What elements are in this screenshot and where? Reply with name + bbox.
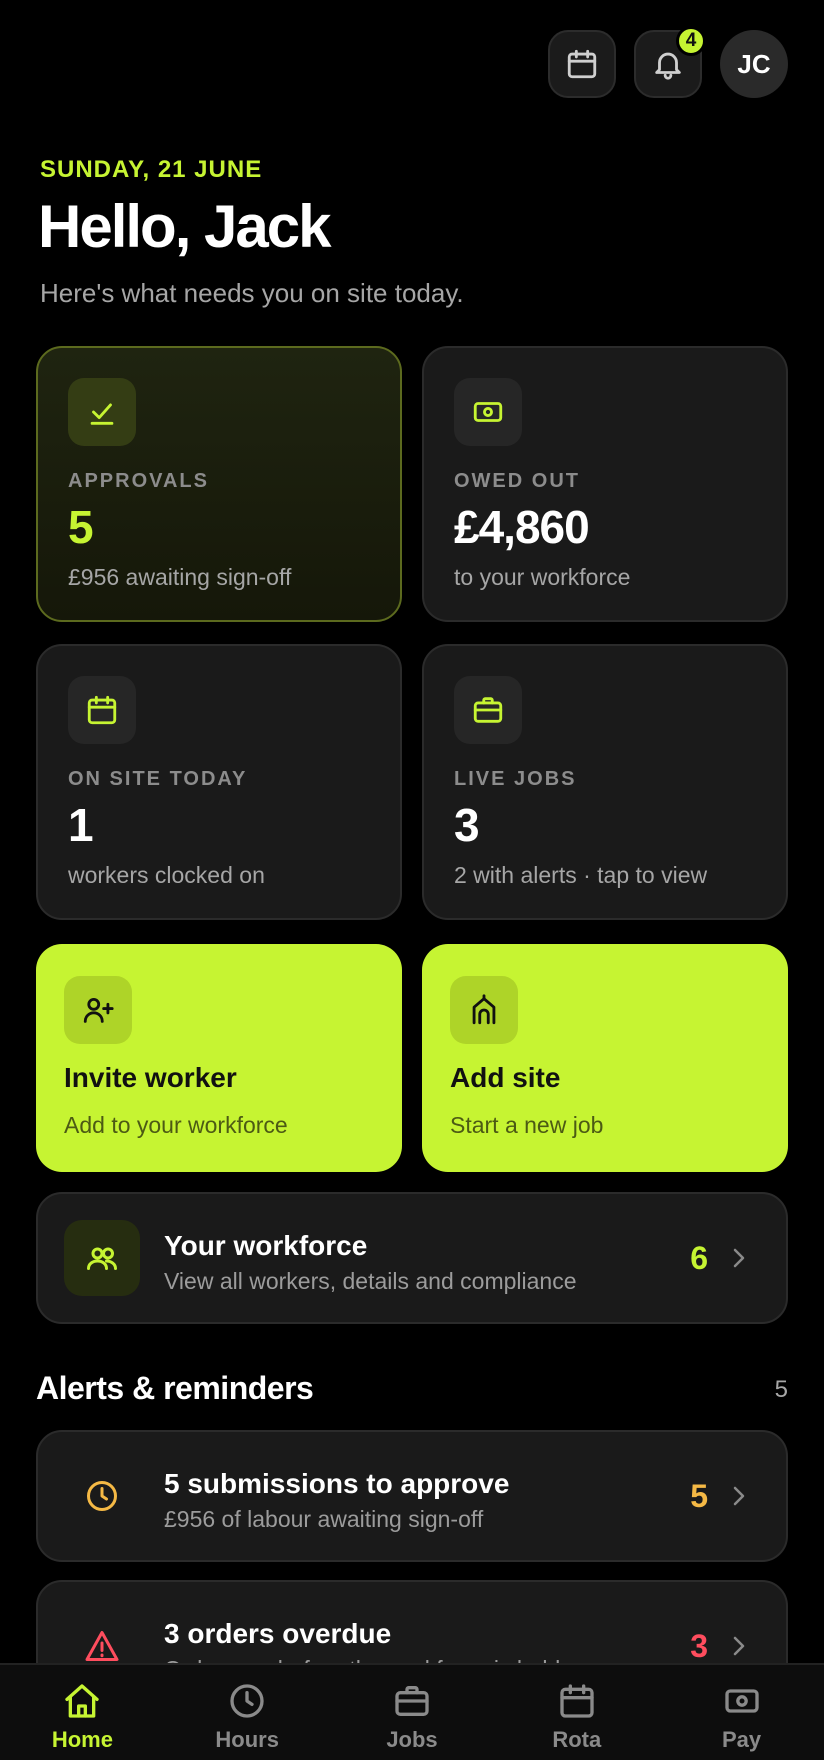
tab-home[interactable]: Home xyxy=(0,1665,165,1760)
date-label: SUNDAY, 21 JUNE xyxy=(40,156,263,183)
workforce-title: Your workforce xyxy=(164,1230,368,1261)
page-title: Hello, Jack xyxy=(38,193,332,260)
stat-value: 3 xyxy=(454,799,480,851)
tab-jobs[interactable]: Jobs xyxy=(330,1665,495,1760)
action-subtitle: Add to your workforce xyxy=(64,1112,288,1138)
calendar-icon xyxy=(560,1684,594,1718)
approvals-card[interactable]: APPROVALS 5 £956 awaiting sign-off xyxy=(36,346,402,622)
clock-icon xyxy=(230,1684,264,1718)
chevron-right-icon xyxy=(728,1244,750,1272)
workforce-subtitle: View all workers, details and compliance xyxy=(164,1268,577,1294)
tab-label: Pay xyxy=(722,1727,762,1752)
cash-icon xyxy=(724,1689,759,1713)
cash-icon xyxy=(454,378,522,446)
tab-pay[interactable]: Pay xyxy=(659,1665,824,1760)
stat-value: 1 xyxy=(68,799,94,851)
notification-badge: 4 xyxy=(676,26,706,56)
avatar[interactable]: JC xyxy=(720,30,788,98)
on-site-today-card[interactable]: ON SITE TODAY 1 workers clocked on xyxy=(36,644,402,920)
stat-value: £4,860 xyxy=(454,501,590,553)
check-icon xyxy=(68,378,136,446)
alert-item-approvals[interactable]: 5 submissions to approve £956 of labour … xyxy=(36,1430,788,1562)
stat-label: APPROVALS xyxy=(68,470,209,492)
alert-title: 5 submissions to approve xyxy=(164,1468,510,1499)
building-icon xyxy=(450,976,518,1044)
calendar-icon xyxy=(68,676,136,744)
action-title: Add site xyxy=(450,1062,561,1093)
notifications-button[interactable]: 4 xyxy=(634,26,706,98)
clock-icon xyxy=(64,1458,140,1534)
add-site-button[interactable]: Add site Start a new job xyxy=(422,944,788,1172)
tab-rota[interactable]: Rota xyxy=(494,1665,659,1760)
owed-out-card[interactable]: OWED OUT £4,860 to your workforce xyxy=(422,346,788,622)
tab-label: Jobs xyxy=(386,1727,438,1752)
bell-icon xyxy=(655,52,681,80)
chevron-right-icon xyxy=(728,1632,750,1660)
alert-subtitle: £956 of labour awaiting sign-off xyxy=(164,1506,484,1532)
tab-hours[interactable]: Hours xyxy=(165,1665,330,1760)
stat-caption: 2 with alerts · tap to view xyxy=(454,862,708,888)
live-jobs-card[interactable]: LIVE JOBS 3 2 with alerts · tap to view xyxy=(422,644,788,920)
stat-value: 5 xyxy=(68,501,94,553)
workforce-count: 6 xyxy=(690,1240,708,1276)
alerts-count: 5 xyxy=(774,1376,788,1403)
action-subtitle: Start a new job xyxy=(450,1112,604,1138)
bottom-tab-bar: Home Hours Jobs Rota Pay xyxy=(0,1663,824,1760)
users-icon xyxy=(64,1220,140,1296)
stat-caption: workers clocked on xyxy=(68,862,265,888)
page-subtitle: Here's what needs you on site today. xyxy=(40,278,464,308)
workforce-row[interactable]: Your workforce View all workers, details… xyxy=(36,1192,788,1324)
stat-label: OWED OUT xyxy=(454,470,580,492)
top-bar: 4 JC xyxy=(548,26,788,98)
alert-count: 5 xyxy=(690,1478,708,1514)
home-icon xyxy=(65,1684,100,1718)
calendar-button[interactable] xyxy=(548,30,616,98)
alerts-heading: Alerts & reminders xyxy=(36,1370,314,1406)
invite-worker-button[interactable]: Invite worker Add to your workforce xyxy=(36,944,402,1172)
briefcase-icon xyxy=(395,1686,429,1716)
stat-label: LIVE JOBS xyxy=(454,768,577,790)
stat-caption: to your workforce xyxy=(454,564,631,590)
briefcase-icon xyxy=(454,676,522,744)
tab-label: Home xyxy=(51,1727,113,1752)
tab-label: Rota xyxy=(552,1727,602,1752)
stat-label: ON SITE TODAY xyxy=(68,768,248,790)
user-plus-icon xyxy=(64,976,132,1044)
stat-caption: £956 awaiting sign-off xyxy=(68,564,292,590)
calendar-icon xyxy=(567,49,597,79)
chevron-right-icon xyxy=(728,1482,750,1510)
action-title: Invite worker xyxy=(64,1062,237,1093)
tab-label: Hours xyxy=(215,1727,279,1752)
alert-count: 3 xyxy=(690,1628,708,1664)
alert-title: 3 orders overdue xyxy=(164,1618,392,1649)
